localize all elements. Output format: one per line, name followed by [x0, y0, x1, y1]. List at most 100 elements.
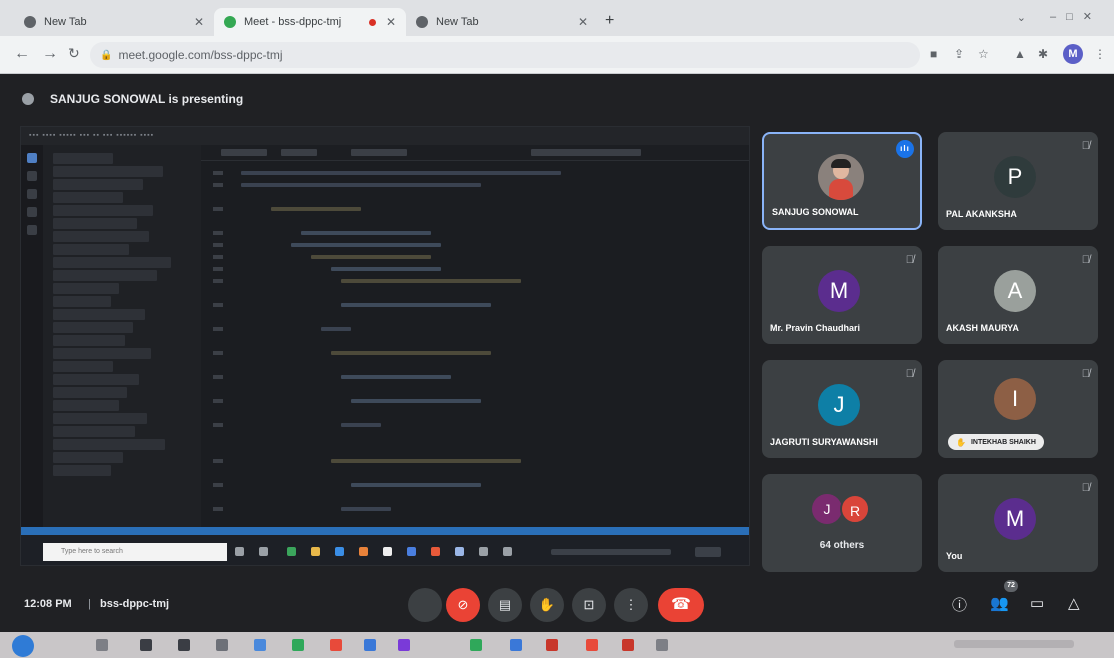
participant-tile-jagruti-suryawanshi[interactable]: 🎙̸ J JAGRUTI SURYAWANSHI	[762, 360, 922, 458]
captions-button[interactable]: ▤	[488, 588, 522, 622]
present-now-button[interactable]: ⊡	[572, 588, 606, 622]
taskbar-app-icon[interactable]	[656, 639, 668, 651]
chrome-icon	[416, 16, 428, 28]
participant-tile-pravin-chaudhari[interactable]: 🎙̸ M Mr. Pravin Chaudhari	[762, 246, 922, 344]
meeting-code: bss-dppc-tmj	[100, 598, 170, 610]
participant-name: Mr. Pravin Chaudhari	[770, 323, 861, 333]
taskbar-app-icon[interactable]	[292, 639, 304, 651]
window-controls[interactable]: –□✕	[1050, 10, 1102, 23]
bookmark-star-icon[interactable]: ☆	[978, 47, 989, 61]
tab-search-chevron-icon[interactable]: ⌄	[1017, 11, 1026, 24]
system-tray[interactable]	[954, 640, 1074, 648]
windows-start-icon[interactable]	[12, 635, 34, 657]
meet-icon	[224, 16, 236, 28]
mic-off-icon: 🎙̸	[1081, 140, 1090, 152]
mic-off-icon: 🎙̸	[1081, 482, 1090, 494]
new-tab-button[interactable]: +	[605, 12, 614, 30]
participant-tile-intekhab-shaikh[interactable]: 🎙̸ I ✋ INTEKHAB SHAIKH	[938, 360, 1098, 458]
taskbar-app-icon[interactable]	[546, 639, 558, 651]
ide-file-explorer	[43, 145, 201, 527]
reload-icon[interactable]: ↻	[68, 45, 80, 62]
raise-hand-button[interactable]: ✋	[530, 588, 564, 622]
meet-control-bar: 12:08 PM | bss-dppc-tmj ⊘ ▤ ✋ ⊡ ⋮ ☎ ⓘ 👥 …	[0, 572, 1114, 632]
mic-toggle-button[interactable]	[408, 588, 442, 622]
taskbar-app-icon[interactable]	[254, 639, 266, 651]
more-options-button[interactable]: ⋮	[614, 588, 648, 622]
back-arrow-icon[interactable]: ←	[14, 45, 30, 63]
taskbar-app-icon[interactable]	[140, 639, 152, 651]
participant-name: SANJUG SONOWAL	[772, 207, 859, 217]
person-icon	[22, 93, 34, 105]
participant-tile-you[interactable]: 🎙̸ M You	[938, 474, 1098, 572]
taskbar-app-icon[interactable]	[510, 639, 522, 651]
close-tab-icon[interactable]: ✕	[578, 15, 588, 29]
address-bar[interactable]: 🔒 meet.google.com/bss-dppc-tmj	[90, 42, 920, 68]
participant-tile-akash-maurya[interactable]: 🎙̸ A AKASH MAURYA	[938, 246, 1098, 344]
mic-off-icon: 🎙̸	[1081, 254, 1090, 266]
participant-name: JAGRUTI SURYAWANSHI	[770, 437, 878, 447]
participant-tile-sanjug-sonowal[interactable]: ıIı SANJUG SONOWAL	[762, 132, 922, 230]
meet-page: SANJUG SONOWAL is presenting ▪▪▪ ▪▪▪▪ ▪▪…	[0, 74, 1114, 632]
participant-tile-pal-akanksha[interactable]: 🎙̸ P PAL AKANKSHA	[938, 132, 1098, 230]
taskbar-app-icon[interactable]	[178, 639, 190, 651]
ide-editor-tabs	[201, 145, 749, 161]
participant-name: AKASH MAURYA	[946, 323, 1019, 333]
share-icon[interactable]: ⇪	[954, 47, 964, 61]
taskbar-app-icon[interactable]	[398, 639, 410, 651]
screen: New Tab ✕ Meet - bss-dppc-tmj ✕ New Tab …	[0, 0, 1114, 658]
participant-name: INTEKHAB SHAIKH	[970, 438, 1036, 446]
taskbar-app-icon[interactable]	[586, 639, 598, 651]
taskbar-app-icon[interactable]	[216, 639, 228, 651]
close-tab-icon[interactable]: ✕	[194, 15, 204, 29]
presenting-banner: SANJUG SONOWAL is presenting	[22, 88, 243, 110]
participant-avatar: M	[994, 498, 1036, 540]
shared-taskbar-search: Type here to search	[43, 543, 227, 561]
puzzle-extensions-icon[interactable]: ✱	[1038, 47, 1048, 61]
browser-tab-new-tab-1[interactable]: New Tab ✕	[14, 8, 214, 36]
browser-tab-meet[interactable]: Meet - bss-dppc-tmj ✕	[214, 8, 406, 36]
tab-title: New Tab	[436, 16, 479, 28]
browser-tab-strip: New Tab ✕ Meet - bss-dppc-tmj ✕ New Tab …	[0, 0, 1114, 36]
taskbar-app-icon[interactable]	[470, 639, 482, 651]
browser-tab-new-tab-2[interactable]: New Tab ✕	[406, 8, 598, 36]
people-icon[interactable]: 👥	[990, 594, 1009, 612]
meeting-details-icon[interactable]: ⓘ	[952, 594, 967, 615]
camera-indicator-icon[interactable]: ■	[930, 47, 937, 61]
participant-avatar: J	[818, 384, 860, 426]
leave-call-button[interactable]: ☎	[658, 588, 704, 622]
separator: |	[88, 598, 91, 610]
participant-name: PAL AKANKSHA	[946, 209, 1017, 219]
participant-avatar: P	[994, 156, 1036, 198]
participant-avatar: A	[994, 270, 1036, 312]
others-count: 64 others	[819, 540, 865, 551]
participant-avatar: I	[994, 378, 1036, 420]
close-tab-icon[interactable]: ✕	[386, 15, 396, 29]
taskbar-app-icon[interactable]	[622, 639, 634, 651]
participant-photo	[818, 154, 864, 200]
chat-icon[interactable]: ▭	[1030, 594, 1044, 612]
camera-off-button[interactable]: ⊘	[446, 588, 480, 622]
extension-icon[interactable]: ▲	[1014, 47, 1026, 61]
forward-arrow-icon[interactable]: →	[42, 45, 58, 63]
shared-screen: ▪▪▪ ▪▪▪▪ ▪▪▪▪▪ ▪▪▪ ▪▪ ▪▪▪ ▪▪▪▪▪▪ ▪▪▪▪ Ty…	[20, 126, 750, 566]
participant-tile-others[interactable]: J R 64 others	[762, 474, 922, 572]
mic-off-icon: 🎙̸	[905, 254, 914, 266]
presenting-text: SANJUG SONOWAL is presenting	[50, 92, 244, 106]
participant-name: You	[946, 551, 963, 561]
activities-icon[interactable]: △	[1068, 594, 1080, 612]
others-avatar: J	[812, 494, 842, 524]
others-avatar: R	[840, 494, 870, 524]
participant-avatar: M	[818, 270, 860, 312]
chrome-icon	[24, 16, 36, 28]
ide-code-editor	[201, 161, 749, 527]
taskbar-app-icon[interactable]	[96, 639, 108, 651]
tab-title: Meet - bss-dppc-tmj	[244, 16, 342, 28]
lock-icon: 🔒	[100, 49, 113, 61]
taskbar-app-icon[interactable]	[364, 639, 376, 651]
more-menu-icon[interactable]: ⋮	[1094, 47, 1106, 61]
current-time: 12:08 PM	[24, 598, 72, 610]
windows-taskbar	[0, 632, 1114, 658]
profile-avatar[interactable]: M	[1063, 44, 1083, 64]
recording-indicator-icon	[368, 18, 376, 26]
taskbar-app-icon[interactable]	[330, 639, 342, 651]
